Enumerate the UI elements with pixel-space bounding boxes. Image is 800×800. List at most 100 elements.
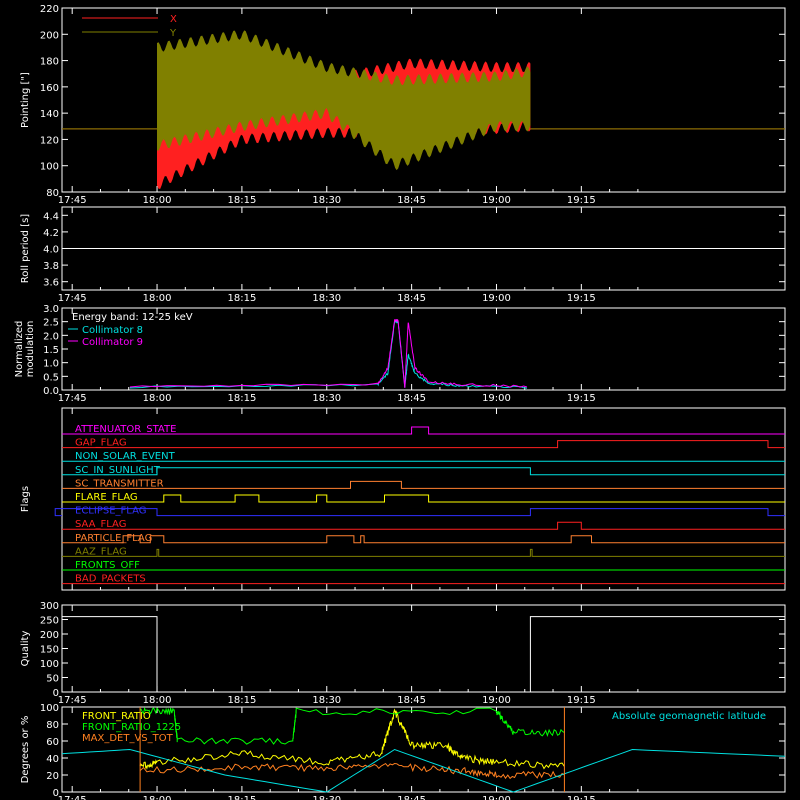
y-tick-label: 250 <box>40 616 59 627</box>
y-tick-label: 3.8 <box>43 261 59 272</box>
legend-label: FRONT_RATIO_1225 <box>82 722 181 733</box>
flag-label: AAZ_FLAG <box>75 546 127 557</box>
y-tick-label: 2.5 <box>43 318 59 329</box>
y-axis-label-text: Flags <box>20 486 31 512</box>
x-tick-label: 18:00 <box>143 393 172 404</box>
y-axis-label: Roll period [s] <box>20 214 31 283</box>
y-tick-label: 2.0 <box>43 331 59 342</box>
flag-line <box>62 481 785 488</box>
x-tick-label: 18:00 <box>143 695 172 706</box>
x-tick-label: 19:15 <box>567 293 596 304</box>
x-tick-label: 19:15 <box>567 393 596 404</box>
flag-label: FLARE_FLAG <box>75 492 138 503</box>
x-tick-label: 18:30 <box>312 195 341 206</box>
flag-label: ATTENUATOR_STATE <box>75 424 176 435</box>
y-axis-label-line2: modulation <box>25 321 36 378</box>
flag-line <box>62 549 785 556</box>
y-tick-label: 1.0 <box>43 359 59 370</box>
panel-frame <box>62 605 785 692</box>
y-tick-label: 80 <box>46 720 59 731</box>
y-tick-label: 0.0 <box>43 386 59 397</box>
y-tick-label: 140 <box>40 109 59 120</box>
legend-label: Y <box>169 28 177 39</box>
x-tick-label: 19:00 <box>482 695 511 706</box>
y-axis-label: Flags <box>20 486 31 512</box>
panel-frame <box>62 408 785 590</box>
x-tick-label: 18:15 <box>227 195 256 206</box>
flag-line <box>62 536 785 543</box>
flag-label: SC_IN_SUNLIGHT <box>75 465 161 476</box>
x-tick-label: 17:45 <box>58 393 87 404</box>
legend-label: Collimator 8 <box>82 325 143 336</box>
y-tick-label: 200 <box>40 630 59 641</box>
flag-label: GAP_FLAG <box>75 438 127 449</box>
y-tick-label: 200 <box>40 30 59 41</box>
flag-label: BAD_PACKETS <box>75 574 146 585</box>
y-axis-label-text: Pointing ["] <box>20 72 31 128</box>
rhessi-quicklook-figure: 17:45 18:00 18:15 18:30 18:45 19:00 19:15 80 100… <box>0 0 800 800</box>
y-tick-label: 100 <box>40 659 59 670</box>
y-axis-label-text: Quality <box>20 631 31 667</box>
y-tick-label: 100 <box>40 703 59 714</box>
x-tick-label: 18:15 <box>227 393 256 404</box>
x-tick-label: 19:15 <box>567 695 596 706</box>
y-tick-label: 20 <box>46 771 59 782</box>
x-tick-label: 18:30 <box>312 393 341 404</box>
y-tick-label: 60 <box>46 737 59 748</box>
y-tick-label: 150 <box>40 645 59 656</box>
y-tick-label: 4.2 <box>43 228 59 239</box>
y-axis-label: Pointing ["] <box>20 72 31 128</box>
quality-line <box>62 617 785 692</box>
x-tick-label: 18:15 <box>227 293 256 304</box>
x-tick-label: 18:15 <box>227 695 256 706</box>
y-axis-label: Quality <box>20 631 31 667</box>
y-tick-label: 4.4 <box>43 211 59 222</box>
modulation-line-Collimator-9 <box>130 319 527 387</box>
x-tick-label: 18:45 <box>397 293 426 304</box>
modulation-line-Collimator-8 <box>130 321 527 389</box>
legend-label: X <box>170 14 177 25</box>
x-tick-label: 17:45 <box>58 695 87 706</box>
ratio-line-FRONT-RATIO-1225 <box>140 708 564 744</box>
y-tick-label: 160 <box>40 83 59 94</box>
x-tick-label: 18:45 <box>397 695 426 706</box>
y-tick-label: 120 <box>40 135 59 146</box>
x-tick-label: 18:00 <box>143 195 172 206</box>
flag-label: ECLIPSE_FLAG <box>75 506 146 517</box>
flag-label: NON_SOLAR_EVENT <box>75 451 176 462</box>
flag-line <box>62 522 785 529</box>
x-tick-label: 17:45 <box>58 195 87 206</box>
flag-line <box>55 509 785 516</box>
x-tick-label: 19:00 <box>482 293 511 304</box>
y-tick-label: 220 <box>40 4 59 15</box>
x-tick-label: 18:00 <box>143 293 172 304</box>
y-axis-label-text: Degrees or % <box>20 716 31 784</box>
y-tick-label: 3.0 <box>43 304 59 315</box>
x-tick-label: 17:45 <box>58 293 87 304</box>
y-axis-label-text: Roll period [s] <box>20 214 31 283</box>
x-tick-label: 18:45 <box>397 393 426 404</box>
x-tick-label: 18:45 <box>397 195 426 206</box>
y-tick-label: 300 <box>40 601 59 612</box>
x-tick-label: 18:30 <box>312 795 341 800</box>
flag-label: PARTICLE_FLAG <box>75 533 152 544</box>
legend-label: FRONT_RATIO <box>82 711 151 722</box>
y-axis-label: Degrees or % <box>20 716 31 784</box>
y-tick-label: 40 <box>46 754 59 765</box>
flag-line <box>62 495 785 502</box>
y-axis-label-line1: Normalized <box>14 321 25 378</box>
y-tick-label: 180 <box>40 57 59 68</box>
y-tick-label: 50 <box>46 674 59 685</box>
legend-label: Collimator 9 <box>82 337 143 348</box>
flag-label: SAA_FLAG <box>75 519 126 530</box>
legend-label: MAX_DET_VS_TOT <box>82 733 174 744</box>
x-tick-label: 19:00 <box>482 393 511 404</box>
y-tick-label: 0 <box>53 688 59 699</box>
ratio-line-Absolute-geomagnetic-latitude <box>62 750 785 793</box>
x-tick-label: 19:15 <box>567 195 596 206</box>
y-tick-label: 1.5 <box>43 345 59 356</box>
y-axis-label: Normalized modulation <box>14 321 36 378</box>
x-tick-label: 18:30 <box>312 695 341 706</box>
flag-label: SC_TRANSMITTER <box>75 478 164 489</box>
flag-line <box>62 468 785 475</box>
